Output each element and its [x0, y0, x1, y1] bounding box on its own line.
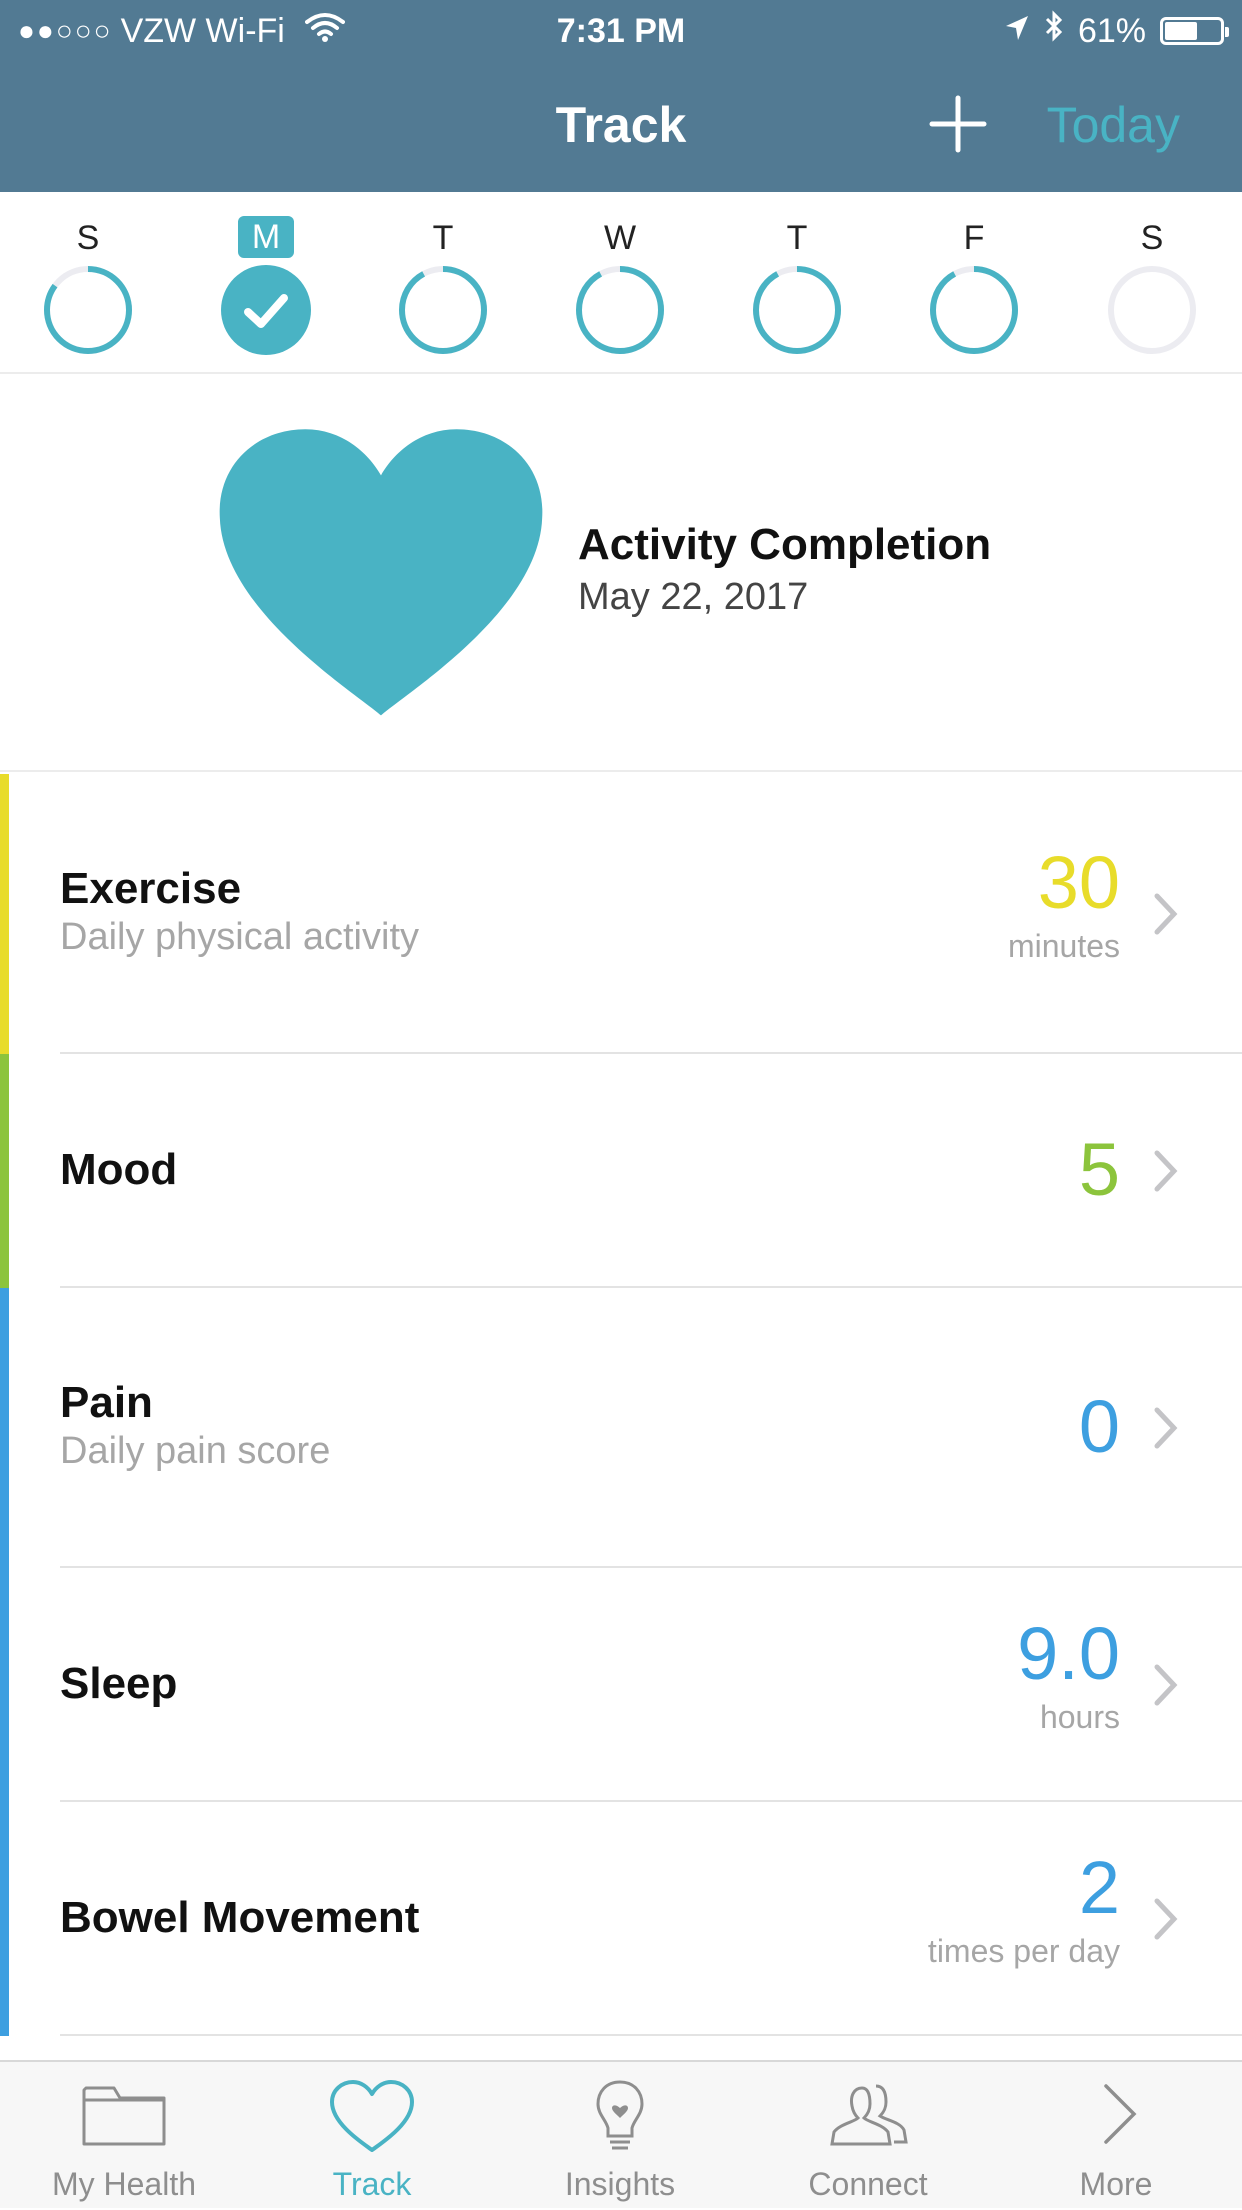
- metric-name: Mood: [60, 1145, 178, 1194]
- progress-arc: [399, 266, 487, 354]
- metric-value: 0: [1078, 1385, 1120, 1468]
- status-bar: ●●○○○ VZW Wi-Fi 7:31 PM 61%: [0, 0, 1242, 62]
- metric-name: Pain: [60, 1378, 153, 1427]
- metric-row-pain[interactable]: Pain Daily pain score 0: [0, 1288, 1242, 1568]
- metric-name: Exercise: [60, 864, 242, 913]
- day-progress-ring: [576, 266, 664, 354]
- activity-completion-card: Activity Completion May 22, 2017: [0, 374, 1242, 772]
- day-5[interactable]: F: [914, 192, 1034, 372]
- metric-value: 5: [1078, 1128, 1120, 1211]
- metric-row-sleep[interactable]: Sleep 9.0 hours: [0, 1568, 1242, 1802]
- tab-bar: My Health Track Insights Connect More: [0, 2060, 1242, 2208]
- lightbulb-icon: [596, 2080, 644, 2150]
- battery-icon: [1160, 17, 1229, 45]
- progress-arc: [576, 266, 664, 354]
- location-arrow-icon: [1004, 0, 1030, 62]
- battery-percent: 61%: [1077, 12, 1146, 50]
- tab-insights[interactable]: Insights: [496, 2062, 744, 2210]
- day-progress-ring: [930, 266, 1018, 354]
- metric-color-bar: [0, 774, 9, 1054]
- chevron-right-icon: [1154, 1150, 1178, 1192]
- bluetooth-icon: [1044, 0, 1064, 62]
- metric-unit: times per day: [927, 1933, 1120, 1969]
- day-progress-ring: [753, 266, 841, 354]
- day-6[interactable]: S: [1092, 192, 1212, 372]
- heart-icon: [219, 429, 543, 716]
- day-letter: T: [432, 219, 454, 257]
- tab-connect[interactable]: Connect: [744, 2062, 992, 2210]
- tab-label: Insights: [564, 2166, 676, 2202]
- completion-date: May 22, 2017: [578, 576, 809, 618]
- tab-label: More: [1079, 2166, 1153, 2202]
- tab-track[interactable]: Track: [248, 2062, 496, 2210]
- day-progress-ring: [1108, 266, 1196, 354]
- day-letter: W: [603, 219, 637, 257]
- metric-value: 30: [1037, 841, 1120, 924]
- metric-row-exercise[interactable]: Exercise Daily physical activity 30 minutes: [0, 774, 1242, 1054]
- metric-unit: minutes: [1007, 928, 1120, 964]
- day-3[interactable]: W: [560, 192, 680, 372]
- plus-icon: [929, 95, 987, 153]
- day-2[interactable]: T: [383, 192, 503, 372]
- metric-name: Bowel Movement: [60, 1893, 420, 1942]
- metric-row-mood[interactable]: Mood 5: [0, 1054, 1242, 1288]
- metric-value: 2: [1078, 1846, 1120, 1929]
- day-1[interactable]: M: [206, 192, 326, 372]
- metric-color-bar: [0, 1288, 9, 1568]
- completed-day-icon: [221, 265, 311, 355]
- heart-icon: [330, 2080, 414, 2152]
- week-strip: SMTWTFS: [0, 192, 1242, 374]
- navigation-bar: ●●○○○ VZW Wi-Fi 7:31 PM 61% Track Today: [0, 0, 1242, 192]
- metric-color-bar: [0, 1054, 9, 1288]
- chevron-right-icon: [1154, 1407, 1178, 1449]
- day-letter: S: [76, 219, 100, 257]
- today-button[interactable]: Today: [1047, 90, 1180, 160]
- add-button[interactable]: [926, 92, 990, 156]
- metric-description: Daily pain score: [60, 1430, 331, 1472]
- metric-row-bowel-movement[interactable]: Bowel Movement 2 times per day: [0, 1802, 1242, 2036]
- metric-value: 9.0: [1017, 1612, 1120, 1695]
- day-letter: S: [1140, 219, 1164, 257]
- tab-my-health[interactable]: My Health: [0, 2062, 248, 2210]
- day-letter: M: [238, 216, 294, 258]
- metric-color-bar: [0, 1568, 9, 1802]
- folder-icon: [82, 2086, 166, 2146]
- progress-arc: [753, 266, 841, 354]
- metric-name: Sleep: [60, 1659, 178, 1708]
- chevron-right-icon: [1154, 1664, 1178, 1706]
- row-divider: [60, 2034, 1242, 2036]
- completion-title: Activity Completion: [578, 520, 992, 569]
- day-progress-ring: [399, 266, 487, 354]
- tab-label: Connect: [808, 2166, 928, 2202]
- people-icon: [830, 2084, 908, 2146]
- metric-color-bar: [0, 1802, 9, 2036]
- chevron-right-icon: [1104, 2084, 1137, 2144]
- metric-description: Daily physical activity: [60, 916, 419, 958]
- tab-more[interactable]: More: [992, 2062, 1240, 2210]
- day-letter: F: [963, 219, 985, 257]
- tab-label: My Health: [51, 2166, 197, 2202]
- metric-unit: hours: [1039, 1699, 1120, 1735]
- day-letter: T: [786, 219, 808, 257]
- chevron-right-icon: [1154, 893, 1178, 935]
- tab-label: Track: [332, 2166, 412, 2202]
- day-progress-ring: [44, 266, 132, 354]
- day-0[interactable]: S: [28, 192, 148, 372]
- day-4[interactable]: T: [737, 192, 857, 372]
- progress-arc: [930, 266, 1018, 354]
- chevron-right-icon: [1154, 1898, 1178, 1940]
